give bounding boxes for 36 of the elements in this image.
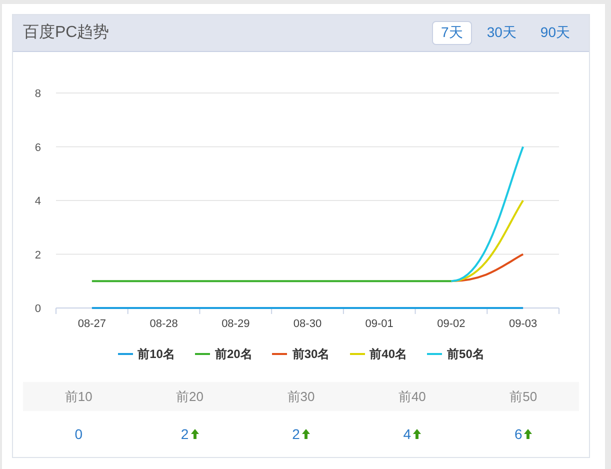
column-header: 前40	[397, 388, 427, 406]
legend-label: 前10名	[138, 346, 175, 363]
count-value: 2	[292, 424, 300, 444]
y-tick-label: 6	[34, 142, 41, 154]
x-tick-label: 08-28	[150, 318, 178, 330]
legend-label: 前20名	[214, 346, 252, 363]
x-tick-label: 09-01	[365, 318, 394, 330]
legend-line-icon	[272, 353, 288, 355]
x-tick-label: 08-29	[222, 318, 250, 330]
card-title: 百度PC趋势	[23, 22, 110, 43]
legend-label: 前50名	[447, 346, 484, 363]
count-value: 4	[403, 424, 412, 444]
x-tick-label: 08-30	[293, 318, 322, 330]
y-tick-label: 8	[34, 88, 41, 100]
legend-label: 前30名	[292, 346, 330, 363]
count-value: 0	[74, 424, 82, 444]
range-tab[interactable]: 90天	[531, 20, 579, 45]
x-tick-label: 09-03	[509, 318, 538, 330]
column-header: 前30	[286, 388, 316, 406]
legend-line-icon	[118, 353, 133, 355]
legend-line-icon	[194, 353, 210, 355]
count-value: 6	[514, 424, 522, 444]
column-header: 前50	[508, 388, 538, 406]
x-tick-label: 09-02	[437, 318, 466, 330]
range-tab[interactable]: 30天	[478, 20, 526, 45]
y-tick-label: 2	[34, 249, 41, 262]
column-header: 前10	[64, 388, 94, 406]
column-header: 前20	[175, 388, 205, 406]
legend-line-icon	[427, 353, 442, 355]
count-value: 2	[180, 424, 189, 444]
legend-label: 前40名	[370, 346, 408, 363]
legend-line-icon	[350, 353, 365, 355]
range-tab[interactable]: 7天	[432, 20, 472, 45]
y-tick-label: 4	[34, 195, 41, 208]
x-tick-label: 08-27	[78, 318, 106, 330]
y-tick-label: 0	[34, 302, 41, 315]
